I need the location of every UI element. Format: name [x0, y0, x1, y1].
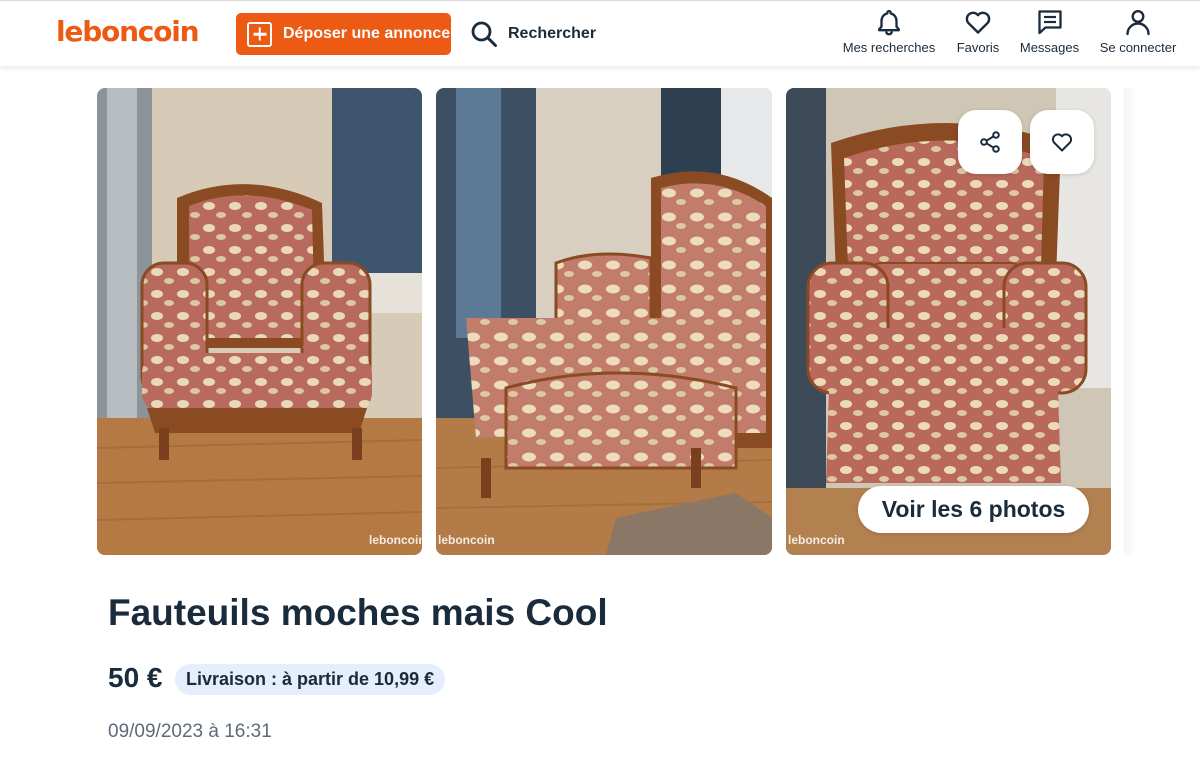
view-all-photos-button[interactable]: Voir les 6 photos	[858, 486, 1089, 533]
nav-label: Messages	[1019, 40, 1080, 55]
photo-watermark: leboncoin	[438, 533, 495, 547]
search-icon	[471, 21, 497, 47]
nav-label: Favoris	[956, 40, 1000, 55]
favorite-button[interactable]	[1030, 110, 1094, 174]
delivery-badge: Livraison : à partir de 10,99 €	[175, 664, 446, 695]
armchair-photo	[436, 88, 772, 555]
nav-favorites[interactable]: Favoris	[955, 7, 1001, 63]
ad-photo-2[interactable]: leboncoin	[436, 88, 772, 555]
ad-date: 09/09/2023 à 16:31	[108, 721, 272, 742]
search-label: Rechercher	[508, 25, 597, 42]
nav-label: Se connecter	[1099, 40, 1177, 55]
photo-watermark: leboncoin	[369, 533, 422, 547]
share-icon	[980, 131, 1000, 153]
deposit-ad-label: Déposer une annonce	[283, 25, 451, 42]
heart-icon	[965, 11, 991, 34]
heart-icon	[1051, 133, 1073, 152]
search-button[interactable]: Rechercher	[470, 17, 596, 51]
bell-icon	[878, 9, 900, 36]
ad-price: 50 €	[108, 662, 163, 693]
user-icon	[1126, 9, 1150, 36]
nav-label: Mes recherches	[842, 40, 936, 55]
next-photo-edge	[1124, 88, 1137, 555]
nav-login[interactable]: Se connecter	[1098, 7, 1178, 63]
nav-messages[interactable]: Messages	[1019, 7, 1080, 63]
deposit-ad-button[interactable]: Déposer une annonce	[236, 13, 451, 55]
plus-square-icon	[247, 21, 272, 47]
photo-watermark: leboncoin	[788, 533, 845, 547]
armchair-photo	[97, 88, 422, 555]
share-button[interactable]	[958, 110, 1022, 174]
ad-title: Fauteuils moches mais Cool	[108, 592, 608, 633]
photo-gallery: leboncoin leboncoin leboncoin Voir les 6…	[97, 88, 1137, 556]
nav-saved-searches[interactable]: Mes recherches	[842, 7, 936, 63]
ad-photo-1[interactable]: leboncoin	[97, 88, 422, 555]
message-icon	[1037, 10, 1062, 35]
leboncoin-logo[interactable]: leboncoin	[56, 15, 200, 48]
site-header: leboncoin Déposer une annonce Rechercher…	[0, 0, 1200, 66]
